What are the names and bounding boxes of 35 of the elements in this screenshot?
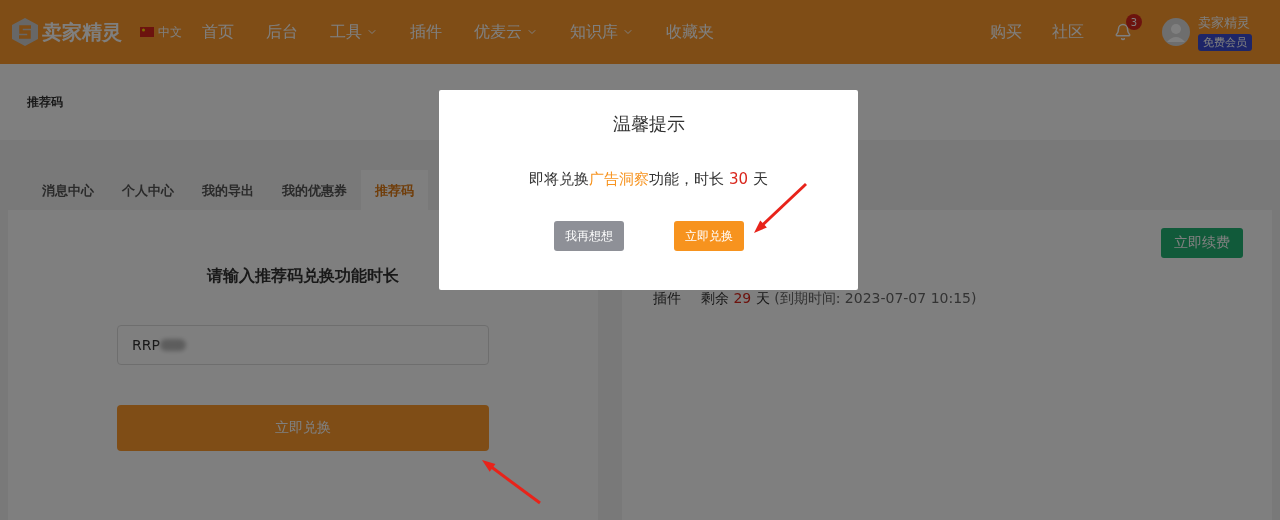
language-link[interactable]: 中文	[140, 23, 182, 41]
tab[interactable]: 我的导出	[188, 170, 268, 210]
flag-icon	[140, 27, 154, 37]
confirm-button[interactable]: 立即兑换	[673, 221, 744, 251]
plan-name: 插件	[653, 290, 681, 308]
notification-count: 3	[1126, 14, 1142, 30]
nav-item[interactable]: 知识库	[570, 21, 634, 43]
avatar-icon[interactable]	[1162, 18, 1190, 46]
nav-link[interactable]: 购买	[990, 21, 1022, 43]
tab[interactable]: 我的优惠券	[268, 170, 361, 210]
nav-item[interactable]: 工具	[330, 21, 378, 43]
renew-button[interactable]: 立即续费	[1161, 228, 1243, 258]
nav-item[interactable]: 插件	[410, 21, 442, 43]
bell-icon[interactable]	[1114, 23, 1132, 41]
remaining-time: 剩余 29 天 (到期时间: 2023-07-07 10:15)	[701, 290, 977, 308]
membership-tag: 免费会员	[1198, 33, 1252, 51]
redeem-button[interactable]: 立即兑换	[117, 405, 489, 451]
tab[interactable]: 消息中心	[28, 170, 108, 210]
nav-item[interactable]: 收藏夹	[666, 21, 714, 43]
page-title: 推荐码	[27, 93, 63, 111]
dialog-message: 即将兑换广告洞察功能，时长 30 天	[529, 170, 768, 189]
user-name: 卖家精灵	[1198, 13, 1250, 32]
logo-icon	[12, 18, 38, 46]
cancel-button[interactable]: 我再想想	[553, 221, 624, 251]
tab[interactable]: 推荐码	[361, 170, 428, 210]
nav-item[interactable]: 首页	[202, 21, 234, 43]
dialog-title: 温馨提示	[612, 112, 685, 136]
code-input[interactable]: RRP	[117, 325, 489, 365]
redeem-title: 请输入推荐码兑换功能时长	[207, 266, 399, 287]
brand-name[interactable]: 卖家精灵	[42, 18, 122, 46]
nav-item[interactable]: 后台	[266, 21, 298, 43]
annotation-arrow	[482, 460, 541, 505]
tab[interactable]: 个人中心	[108, 170, 188, 210]
nav-link[interactable]: 社区	[1052, 21, 1084, 43]
nav-item[interactable]: 优麦云	[474, 21, 538, 43]
